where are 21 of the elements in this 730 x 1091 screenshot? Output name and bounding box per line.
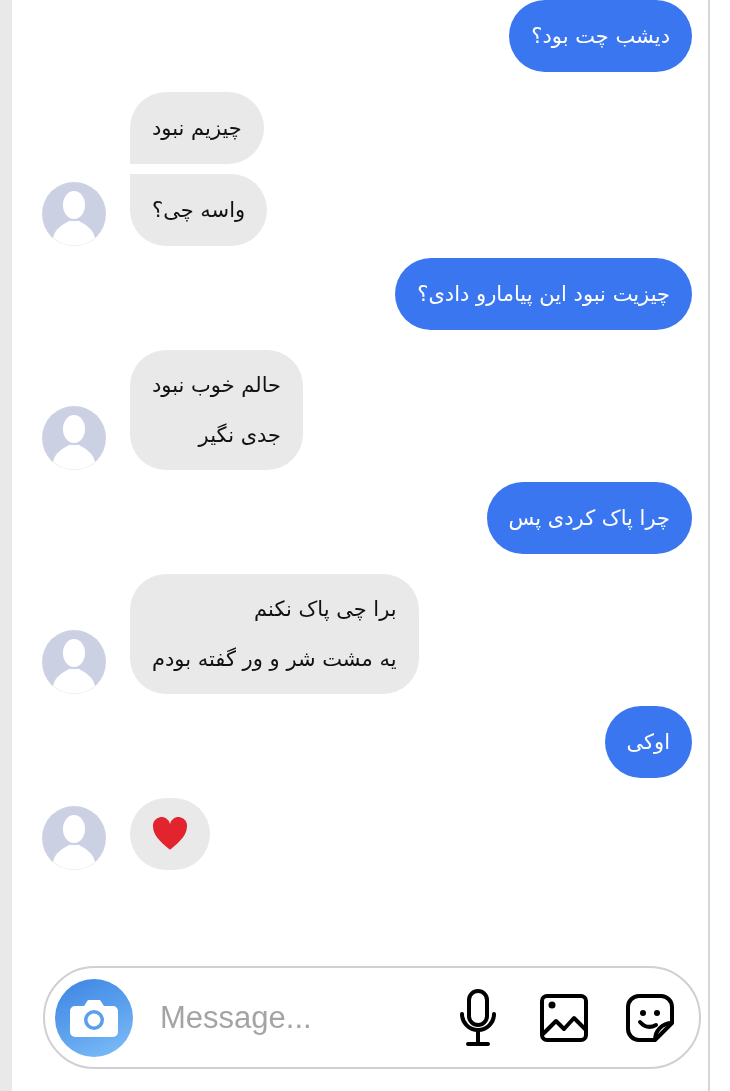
camera-icon bbox=[69, 997, 119, 1038]
message-text: واسه چی؟ bbox=[152, 197, 246, 224]
microphone-icon[interactable] bbox=[459, 988, 497, 1047]
message-text: اوکی bbox=[626, 729, 670, 756]
avatar-icon bbox=[42, 806, 106, 870]
message-text: چیزیم نبود bbox=[152, 115, 242, 142]
message-text: برا چی پاک نکنم bbox=[254, 596, 397, 623]
heart-emoji-icon bbox=[152, 817, 188, 851]
image-icon[interactable] bbox=[540, 993, 588, 1042]
camera-button[interactable] bbox=[55, 978, 133, 1057]
message-text: چرا پاک کردی پس bbox=[508, 505, 670, 532]
message-text: چیزیت نبود این پیامارو دادی؟ bbox=[417, 281, 670, 308]
message-input[interactable]: Message... bbox=[160, 995, 449, 1040]
message-text: دیشب چت بود؟ bbox=[531, 23, 670, 50]
avatar-icon bbox=[42, 630, 106, 694]
message-text: جدی نگیر bbox=[198, 422, 282, 449]
sticker-icon[interactable] bbox=[625, 992, 675, 1043]
avatar-icon bbox=[42, 406, 106, 470]
avatar-icon bbox=[42, 182, 106, 246]
message-text: یه مشت شر و ور گفته بودم bbox=[152, 646, 397, 673]
message-text: حالم خوب نبود bbox=[152, 372, 282, 399]
